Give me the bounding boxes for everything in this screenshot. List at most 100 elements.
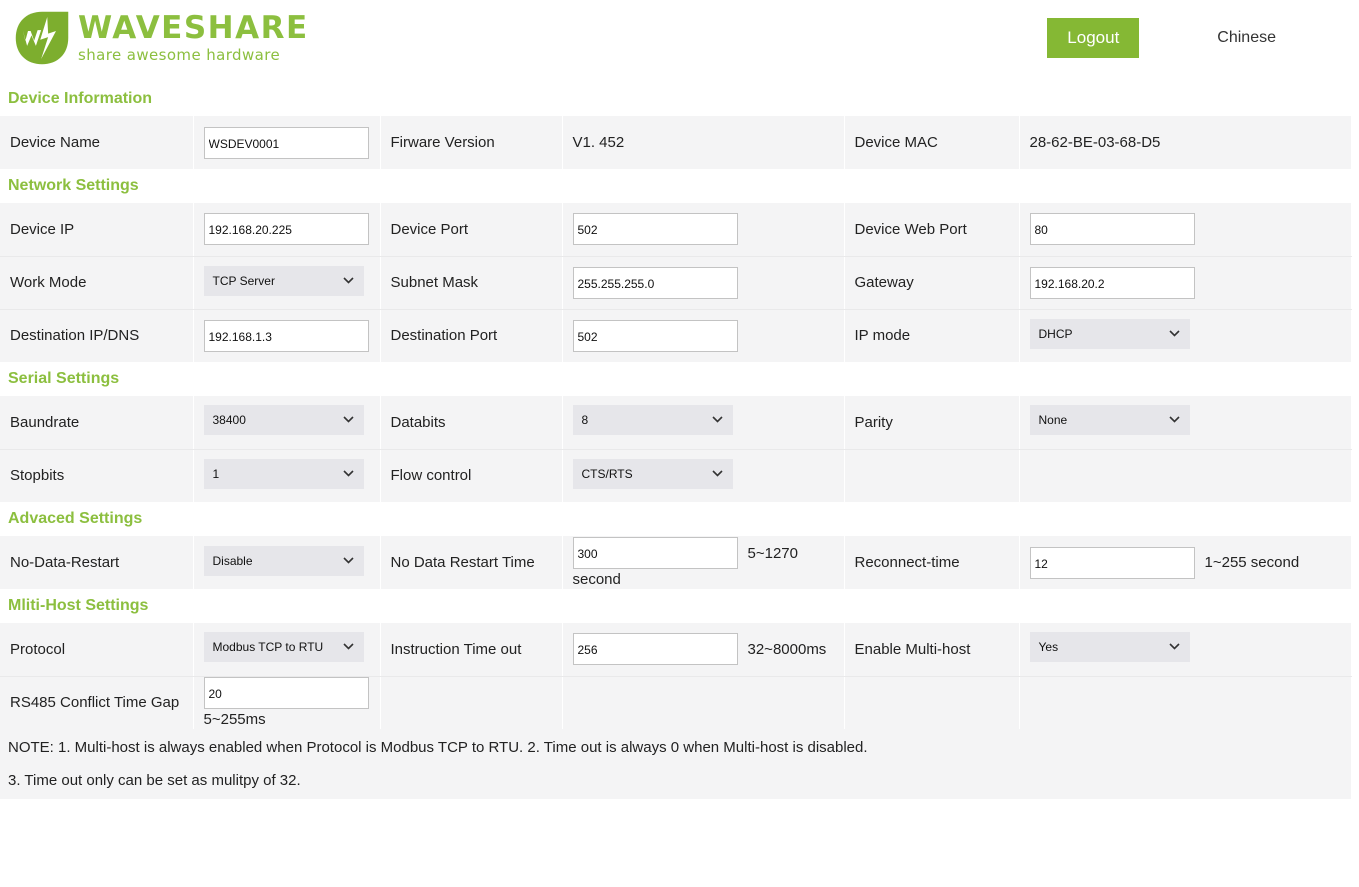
section-title-network-settings: Network Settings [0, 169, 1359, 203]
brand-logo: WAVESHARE share awesome hardware [14, 10, 309, 66]
table-row: Device IP Device Port Device Web Port [0, 203, 1352, 257]
serial-settings-table: Baundrate 38400 Databits 8 Parity None S… [0, 396, 1352, 502]
subnet-mask-cell [562, 256, 845, 310]
chevron-down-icon [1168, 406, 1180, 434]
section-title-advanced-settings: Advaced Settings [0, 502, 1359, 536]
instruction-timeout-input[interactable] [572, 633, 738, 666]
logout-button[interactable]: Logout [1047, 18, 1140, 59]
gateway-input[interactable] [1029, 266, 1195, 299]
databits-label: Databits [380, 396, 563, 450]
ip-mode-selected-value: DHCP [1038, 326, 1073, 341]
header-actions: Logout Chinese [1047, 18, 1359, 59]
protocol-label: Protocol [0, 623, 194, 677]
device-web-port-cell [1019, 203, 1352, 257]
stopbits-cell: 1 [193, 449, 381, 502]
rs485-conflict-gap-label: RS485 Conflict Time Gap [0, 676, 194, 729]
reconnect-time-range: 1~255 second [1204, 554, 1300, 571]
gateway-cell [1019, 256, 1352, 310]
no-data-restart-selected-value: Disable [212, 553, 253, 568]
language-switch-link[interactable]: Chinese [1217, 29, 1276, 47]
protocol-cell: Modbus TCP to RTU [193, 623, 381, 677]
table-row: Baundrate 38400 Databits 8 Parity None [0, 396, 1352, 450]
device-ip-input[interactable] [203, 213, 369, 246]
no-data-restart-time-cell: 5~1270 second [562, 536, 845, 589]
no-data-restart-time-input[interactable] [572, 537, 738, 569]
chevron-down-icon [711, 406, 723, 434]
ip-mode-select[interactable]: DHCP [1029, 318, 1190, 349]
reconnect-time-label: Reconnect-time [844, 536, 1020, 589]
brand-name: WAVESHARE [78, 10, 309, 46]
stopbits-selected-value: 1 [212, 466, 220, 481]
note-block: NOTE: 1. Multi-host is always enabled wh… [0, 729, 1351, 799]
chevron-down-icon [1168, 633, 1180, 661]
stopbits-label: Stopbits [0, 449, 194, 502]
subnet-mask-input[interactable] [572, 266, 738, 299]
table-row: Stopbits 1 Flow control CTS/RTS [0, 449, 1352, 502]
multi-host-empty-cell-1 [380, 676, 563, 729]
device-name-label: Device Name [0, 116, 194, 169]
note-line-2: 3. Time out only can be set as mulitpy o… [8, 772, 301, 789]
reconnect-time-cell: 1~255 second [1019, 536, 1352, 589]
flow-control-selected-value: CTS/RTS [581, 466, 633, 481]
section-title-multi-host-settings: Mliti-Host Settings [0, 589, 1359, 623]
no-data-restart-label: No-Data-Restart [0, 536, 194, 589]
destination-port-label: Destination Port [380, 309, 563, 362]
device-name-input[interactable] [203, 126, 369, 159]
enable-multi-host-label: Enable Multi-host [844, 623, 1020, 677]
device-information-table: Device Name Firware Version V1. 452 Devi… [0, 116, 1352, 169]
table-row: Protocol Modbus TCP to RTU Instruction T… [0, 623, 1352, 677]
baudrate-label: Baundrate [0, 396, 194, 450]
flow-control-cell: CTS/RTS [562, 449, 845, 502]
enable-multi-host-select[interactable]: Yes [1029, 632, 1190, 663]
instruction-timeout-cell: 32~8000ms [562, 623, 845, 677]
section-title-device-information: Device Information [0, 82, 1359, 116]
device-name-cell [193, 116, 381, 169]
protocol-select[interactable]: Modbus TCP to RTU [203, 632, 364, 663]
table-row: No-Data-Restart Disable No Data Restart … [0, 536, 1352, 589]
device-port-cell [562, 203, 845, 257]
rs485-conflict-gap-input[interactable] [203, 677, 369, 710]
destination-port-input[interactable] [572, 319, 738, 352]
enable-multi-host-cell: Yes [1019, 623, 1352, 677]
flow-control-select[interactable]: CTS/RTS [572, 458, 733, 489]
work-mode-selected-value: TCP Server [212, 273, 275, 288]
flow-control-label: Flow control [380, 449, 563, 502]
baudrate-select[interactable]: 38400 [203, 405, 364, 436]
destination-ip-input[interactable] [203, 319, 369, 352]
ip-mode-cell: DHCP [1019, 309, 1352, 362]
brand-wordmark: WAVESHARE share awesome hardware [78, 13, 309, 63]
section-title-serial-settings: Serial Settings [0, 362, 1359, 396]
parity-select[interactable]: None [1029, 405, 1190, 436]
no-data-restart-time-unit: second [572, 571, 621, 588]
databits-selected-value: 8 [581, 413, 589, 428]
reconnect-time-input[interactable] [1029, 546, 1195, 579]
advanced-settings-table: No-Data-Restart Disable No Data Restart … [0, 536, 1352, 589]
rs485-conflict-gap-range: 5~255ms [203, 711, 266, 729]
device-web-port-input[interactable] [1029, 213, 1195, 246]
brand-tagline: share awesome hardware [78, 46, 281, 64]
waveshare-logo-icon [14, 10, 70, 66]
no-data-restart-select[interactable]: Disable [203, 545, 364, 576]
instruction-timeout-range: 32~8000ms [747, 640, 827, 658]
note-line-1: NOTE: 1. Multi-host is always enabled wh… [8, 739, 868, 756]
device-port-label: Device Port [380, 203, 563, 257]
destination-ip-cell [193, 309, 381, 362]
parity-cell: None [1019, 396, 1352, 450]
databits-select[interactable]: 8 [572, 405, 733, 436]
baudrate-selected-value: 38400 [212, 413, 246, 428]
baudrate-cell: 38400 [193, 396, 381, 450]
no-data-restart-cell: Disable [193, 536, 381, 589]
parity-label: Parity [844, 396, 1020, 450]
device-port-input[interactable] [572, 213, 738, 246]
stopbits-select[interactable]: 1 [203, 458, 364, 489]
firmware-version-value: V1. 452 [562, 116, 845, 169]
destination-ip-label: Destination IP/DNS [0, 309, 194, 362]
rs485-conflict-gap-cell: 5~255ms [193, 676, 381, 729]
page-header: WAVESHARE share awesome hardware Logout … [0, 0, 1359, 82]
work-mode-select[interactable]: TCP Server [203, 265, 364, 296]
work-mode-label: Work Mode [0, 256, 194, 310]
table-row: RS485 Conflict Time Gap 5~255ms [0, 676, 1352, 729]
gateway-label: Gateway [844, 256, 1020, 310]
instruction-timeout-label: Instruction Time out [380, 623, 563, 677]
multi-host-empty-cell-3 [844, 676, 1020, 729]
